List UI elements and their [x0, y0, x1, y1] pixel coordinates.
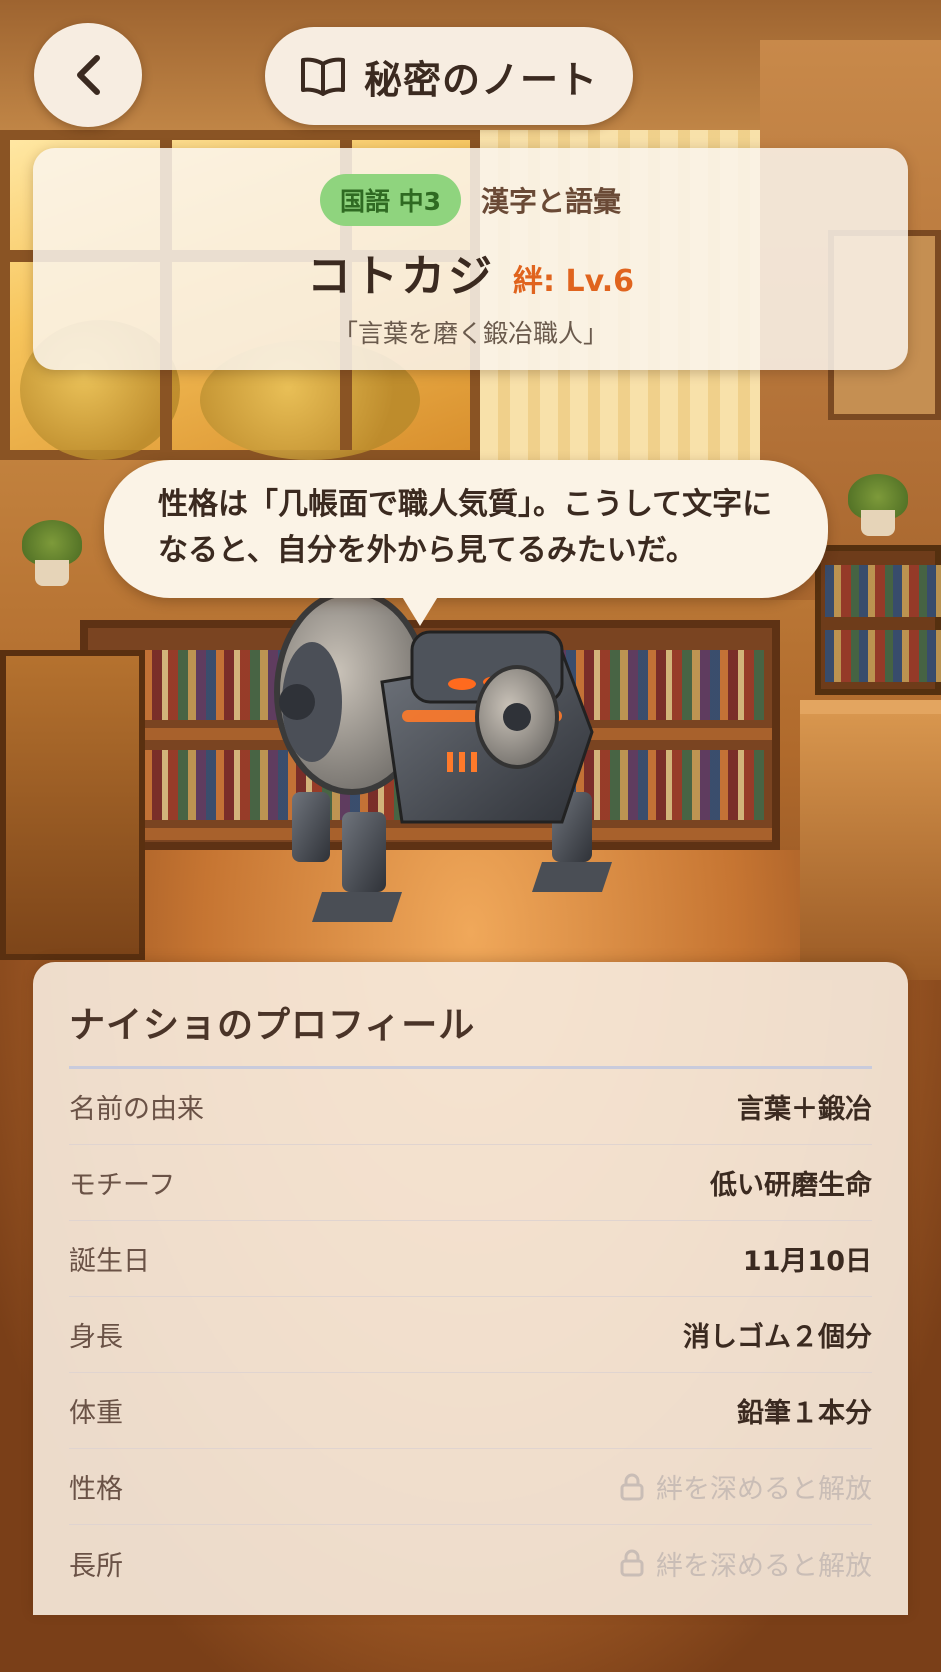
profile-label: 身長	[69, 1322, 123, 1353]
lock-icon	[620, 1473, 644, 1500]
profile-row: モチーフ 低い研磨生命	[69, 1145, 872, 1221]
profile-value: 低い研磨生命	[710, 1170, 872, 1201]
subject-badge: 国語 中3	[319, 174, 462, 226]
locked-text: 絆を深めると解放	[656, 1474, 872, 1505]
locked-value: 絆を深めると解放	[620, 1544, 872, 1583]
profile-value: 鉛筆１本分	[737, 1398, 872, 1429]
profile-label: 体重	[69, 1398, 123, 1429]
profile-value: 11月10日	[742, 1246, 872, 1277]
page-title-pill: 秘密のノート	[265, 27, 633, 125]
subject-topic: 漢字と語彙	[481, 185, 622, 218]
book-cart	[0, 650, 145, 960]
books-row	[825, 630, 941, 682]
locked-text: 絆を深めると解放	[656, 1550, 872, 1582]
profile-title: ナイショのプロフィール	[69, 962, 872, 1069]
name-row: コトカジ 絆: Lv.6	[33, 240, 908, 304]
plant-pot	[861, 510, 895, 536]
back-button[interactable]	[34, 23, 142, 127]
chevron-left-icon	[77, 55, 100, 95]
lock-icon	[620, 1549, 644, 1577]
speech-text: 性格は「几帳面で職人気質」。こうして文字になると、自分を外から見てるみたいだ。	[158, 487, 773, 568]
profile-value: 消しゴム２個分	[683, 1322, 872, 1353]
bond-level: 絆: Lv.6	[513, 264, 634, 299]
profile-row: 名前の由来 言葉＋鍛冶	[69, 1069, 872, 1145]
profile-row: 性格 絆を深めると解放	[69, 1449, 872, 1525]
profile-label: 誕生日	[69, 1246, 150, 1277]
subject-row: 国語 中3 漢字と語彙	[33, 174, 908, 226]
kotokaji-character-illustration	[274, 592, 612, 922]
speech-bubble: 性格は「几帳面で職人気質」。こうして文字になると、自分を外から見てるみたいだ。	[104, 460, 828, 598]
counter	[800, 700, 941, 980]
character-epithet: 「言葉を磨く鍛冶職人」	[332, 319, 608, 348]
open-book-icon	[300, 57, 345, 96]
profile-row: 長所 絆を深めると解放	[69, 1525, 872, 1601]
profile-row: 誕生日 11月10日	[69, 1221, 872, 1297]
plant-pot	[35, 560, 69, 586]
profile-row: 体重 鉛筆１本分	[69, 1373, 872, 1449]
profile-value: 言葉＋鍛冶	[737, 1094, 872, 1125]
profile-label: モチーフ	[69, 1170, 176, 1201]
profile-list: 名前の由来 言葉＋鍛冶モチーフ 低い研磨生命誕生日 11月10日身長 消しゴム２個分体重…	[69, 1069, 872, 1601]
profile-panel: ナイショのプロフィール 名前の由来 言葉＋鍛冶モチーフ 低い研磨生命誕生日 11月10…	[33, 962, 908, 1615]
profile-row: 身長 消しゴム２個分	[69, 1297, 872, 1373]
profile-label: 性格	[69, 1474, 123, 1505]
locked-value: 絆を深めると解放	[620, 1467, 872, 1506]
profile-label: 名前の由来	[69, 1094, 204, 1125]
books-row	[825, 565, 941, 617]
page-title: 秘密のノート	[363, 57, 598, 102]
profile-label: 長所	[69, 1550, 123, 1582]
character-info-card: 国語 中3 漢字と語彙 コトカジ 絆: Lv.6 「言葉を磨く鍛冶職人」	[33, 148, 908, 370]
speech-bubble-tail	[398, 590, 442, 626]
character-name: コトカジ	[307, 251, 496, 302]
